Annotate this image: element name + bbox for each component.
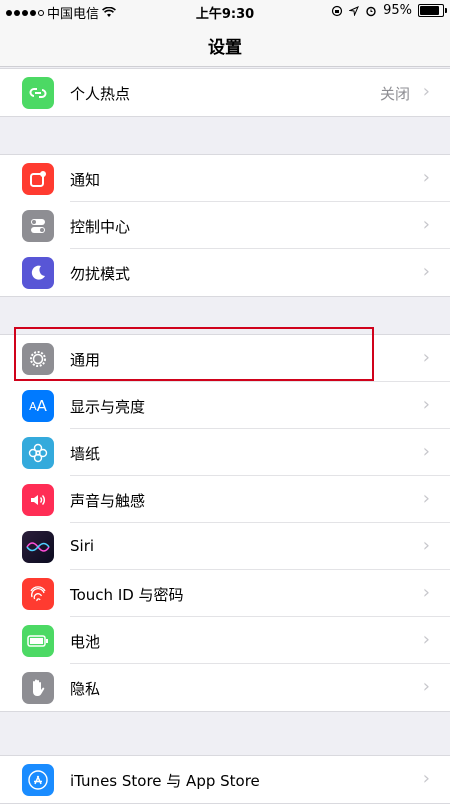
chevron-right-icon: › bbox=[422, 167, 430, 188]
row-battery[interactable]: 电池 › bbox=[0, 617, 450, 664]
settings-group-general: 通用 › AA 显示与亮度 › 墙纸 › 声音与触感 › Siri › Touc… bbox=[0, 334, 450, 712]
status-bar: 中国电信 上午9:30 95% bbox=[0, 0, 450, 22]
row-privacy[interactable]: 隐私 › bbox=[0, 664, 450, 711]
chevron-right-icon: › bbox=[422, 441, 430, 462]
row-notifications[interactable]: 通知 › bbox=[0, 155, 450, 202]
status-right: 95% bbox=[331, 3, 447, 18]
chevron-right-icon: › bbox=[422, 214, 430, 235]
chevron-right-icon: › bbox=[422, 394, 430, 415]
row-value: 关闭 bbox=[379, 85, 410, 103]
orientation-lock-icon bbox=[331, 5, 343, 16]
hand-icon bbox=[22, 672, 54, 704]
notifications-icon bbox=[22, 163, 54, 195]
chevron-right-icon: › bbox=[422, 488, 430, 509]
alarm-icon bbox=[366, 6, 376, 16]
row-label: 墙纸 bbox=[70, 445, 101, 463]
row-label: 勿扰模式 bbox=[70, 265, 131, 283]
siri-icon bbox=[22, 531, 54, 563]
row-label: 个人热点 bbox=[70, 85, 131, 103]
row-label: Touch ID 与密码 bbox=[70, 586, 184, 604]
row-label: Siri bbox=[70, 537, 95, 555]
row-label: 声音与触感 bbox=[70, 492, 146, 510]
wallpaper-icon bbox=[22, 437, 54, 469]
app-store-icon bbox=[22, 764, 54, 796]
page-title: 设置 bbox=[208, 38, 242, 58]
row-do-not-disturb[interactable]: 勿扰模式 › bbox=[0, 249, 450, 296]
chevron-right-icon: › bbox=[422, 535, 430, 556]
chevron-right-icon: › bbox=[422, 261, 430, 282]
display-icon-glyph-large: A bbox=[36, 397, 47, 415]
row-itunes-app-store[interactable]: iTunes Store 与 App Store › bbox=[0, 756, 450, 803]
row-sounds-haptics[interactable]: 声音与触感 › bbox=[0, 476, 450, 523]
row-label: 控制中心 bbox=[70, 218, 131, 236]
row-label: 电池 bbox=[70, 633, 101, 651]
row-label: 通知 bbox=[70, 171, 101, 189]
battery-indicator-icon bbox=[418, 4, 447, 17]
highlight-box bbox=[14, 327, 374, 381]
chevron-right-icon: › bbox=[422, 629, 430, 650]
display-icon-glyph: A bbox=[29, 399, 37, 413]
row-personal-hotspot[interactable]: 个人热点 关闭 › bbox=[0, 69, 450, 116]
row-siri[interactable]: Siri › bbox=[0, 523, 450, 570]
nav-bar: 设置 bbox=[0, 22, 450, 67]
battery-icon bbox=[22, 625, 54, 657]
settings-group-hotspot: 个人热点 关闭 › bbox=[0, 68, 450, 117]
chevron-right-icon: › bbox=[422, 81, 430, 102]
sound-icon bbox=[22, 484, 54, 516]
battery-percent: 95% bbox=[383, 3, 412, 18]
hotspot-icon bbox=[22, 77, 54, 109]
chevron-right-icon: › bbox=[422, 582, 430, 603]
fingerprint-icon bbox=[22, 578, 54, 610]
settings-group-notifications: 通知 › 控制中心 › 勿扰模式 › bbox=[0, 154, 450, 297]
location-icon bbox=[349, 5, 360, 16]
chevron-right-icon: › bbox=[422, 347, 430, 368]
control-center-icon bbox=[22, 210, 54, 242]
row-display-brightness[interactable]: AA 显示与亮度 › bbox=[0, 382, 450, 429]
chevron-right-icon: › bbox=[422, 676, 430, 697]
chevron-right-icon: › bbox=[422, 768, 430, 789]
row-label: 隐私 bbox=[70, 680, 101, 698]
row-label: 显示与亮度 bbox=[70, 398, 146, 416]
battery-fill bbox=[420, 6, 439, 15]
row-touch-id-passcode[interactable]: Touch ID 与密码 › bbox=[0, 570, 450, 617]
moon-icon bbox=[22, 257, 54, 289]
display-icon: AA bbox=[22, 390, 54, 422]
settings-group-stores: iTunes Store 与 App Store › bbox=[0, 755, 450, 804]
row-label: iTunes Store 与 App Store bbox=[70, 772, 260, 790]
row-wallpaper[interactable]: 墙纸 › bbox=[0, 429, 450, 476]
row-control-center[interactable]: 控制中心 › bbox=[0, 202, 450, 249]
